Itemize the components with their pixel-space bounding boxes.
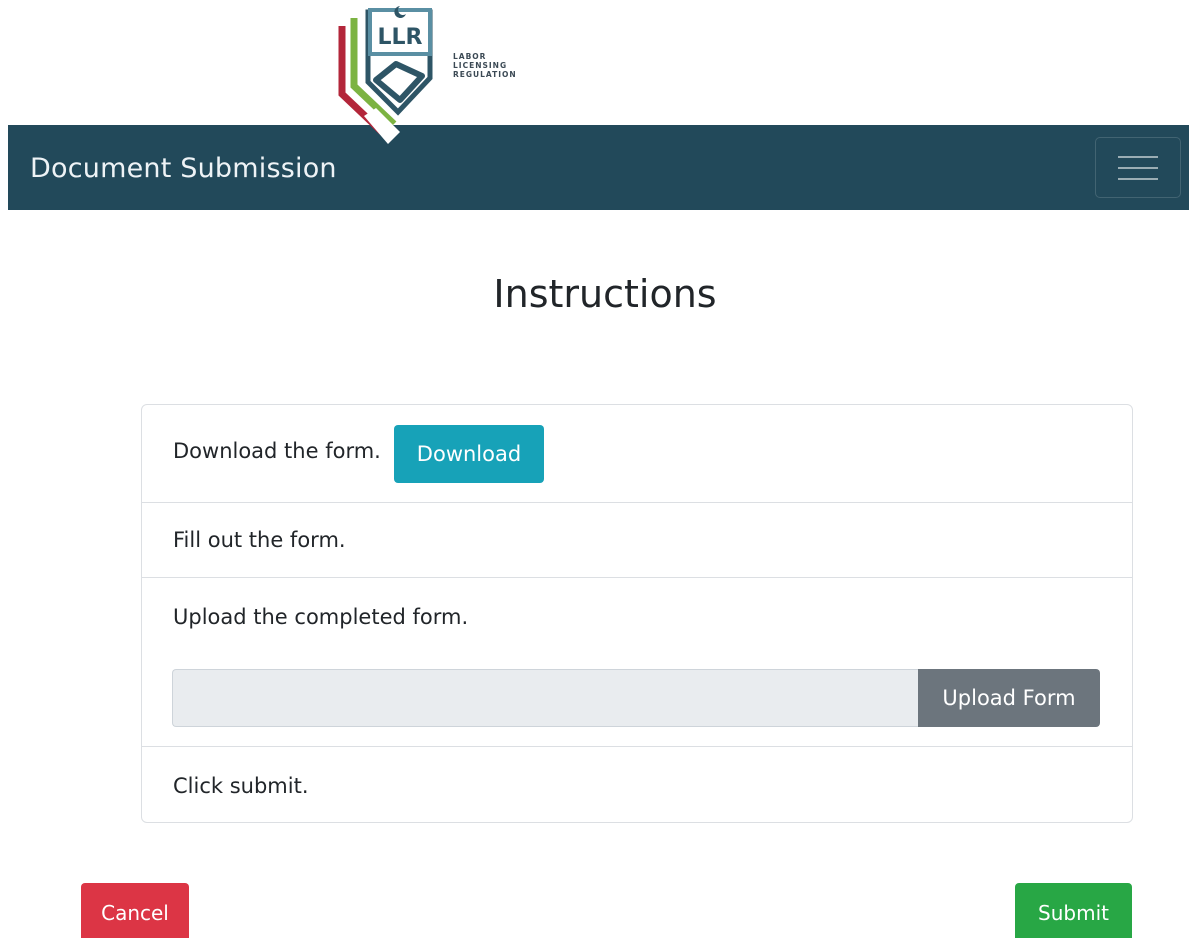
list-item-download: Download the form. Download [142,405,1132,502]
download-button[interactable]: Download [394,425,544,483]
step-upload-text: Upload the completed form. [173,605,469,629]
navbar: Document Submission [8,125,1189,210]
list-item-upload: Upload the completed form. Upload Form [142,577,1132,746]
logo-line-regulation: REGULATION [453,70,517,79]
logo-line-labor: LABOR [453,52,487,61]
svg-text:LLR: LLR [378,25,423,50]
navbar-toggler-button[interactable] [1095,137,1181,198]
submit-button[interactable]: Submit [1015,883,1132,938]
step-fill-out-text: Fill out the form. [173,528,346,552]
file-input-field[interactable] [172,669,919,727]
step-submit-text: Click submit. [173,774,309,798]
list-item-fill-out: Fill out the form. [142,502,1132,577]
navbar-brand[interactable]: Document Submission [30,153,337,184]
upload-form-button[interactable]: Upload Form [918,669,1100,727]
cancel-button[interactable]: Cancel [81,883,189,938]
llr-shield-logo-icon: LLR [338,6,433,144]
list-item-submit: Click submit. [142,746,1132,823]
page-title: Instructions [493,272,717,316]
step-download-text: Download the form. [173,439,381,463]
llr-logo: LLR LABOR LICENSING REGULATION [330,4,550,154]
logo-wordmark: LABOR LICENSING REGULATION [453,52,517,79]
logo-line-licensing: LICENSING [453,61,508,70]
instructions-list: Download the form. Download Fill out the… [141,404,1133,823]
